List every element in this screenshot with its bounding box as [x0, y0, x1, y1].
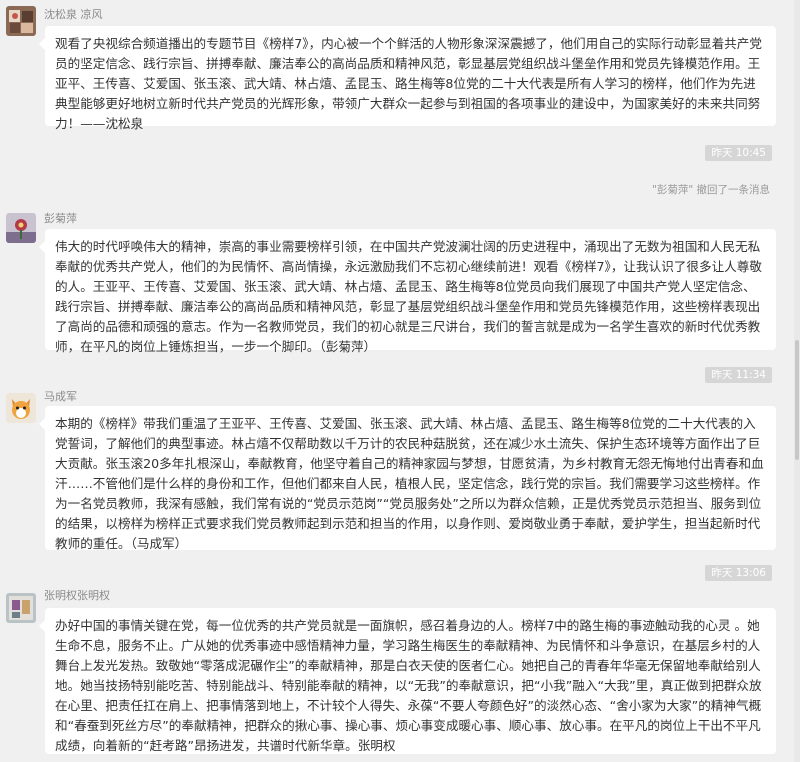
- timestamp: 昨天 10:45: [705, 145, 772, 161]
- avatar[interactable]: [6, 213, 36, 243]
- chat-message: 沈松泉 凉风 观看了央视综合频道播出的专题节目《榜样7》，内心被一个个鲜活的人物…: [0, 0, 800, 131]
- sender-name: 彭菊萍: [44, 212, 77, 225]
- sender-name: 沈松泉 凉风: [44, 8, 103, 21]
- timestamp: 昨天 13:06: [705, 565, 772, 581]
- avatar[interactable]: [6, 593, 36, 623]
- chat-message: 昨天 10:45 "彭菊萍" 撤回了一条消息 彭菊萍 伟大的时代呼唤伟大的精神，…: [0, 140, 800, 355]
- avatar[interactable]: [6, 393, 36, 423]
- recall-notice: "彭菊萍" 撤回了一条消息: [652, 184, 770, 196]
- timestamp: 昨天 11:34: [705, 367, 772, 383]
- chat-message: 昨天 13:06 张明权张明权 办好中国的事情关键在党，每一位优秀的共产党员就是…: [0, 565, 800, 762]
- sender-name: 马成军: [44, 390, 77, 403]
- message-bubble[interactable]: 办好中国的事情关键在党，每一位优秀的共产党员就是一面旗帜，感召着身边的人。榜样7…: [39, 608, 776, 754]
- sender-name: 张明权张明权: [44, 589, 110, 602]
- message-bubble[interactable]: 伟大的时代呼唤伟大的精神，崇高的事业需要榜样引领，在中国共产党波澜壮阔的历史进程…: [39, 229, 776, 354]
- message-bubble[interactable]: 观看了央视综合频道播出的专题节目《榜样7》，内心被一个个鲜活的人物形象深深震撼了…: [39, 26, 776, 131]
- scrollbar[interactable]: [794, 0, 800, 762]
- avatar[interactable]: [6, 6, 36, 36]
- message-bubble[interactable]: 本期的《榜样》带我们重温了王亚平、王传喜、艾爱国、张玉滚、武大靖、林占熺、孟昆玉…: [39, 406, 776, 551]
- chat-message: 昨天 11:34 马成军 本期的《榜样》带我们重温了王亚平、王传喜、艾爱国、张玉…: [0, 365, 800, 560]
- scrollbar-thumb[interactable]: [795, 340, 799, 460]
